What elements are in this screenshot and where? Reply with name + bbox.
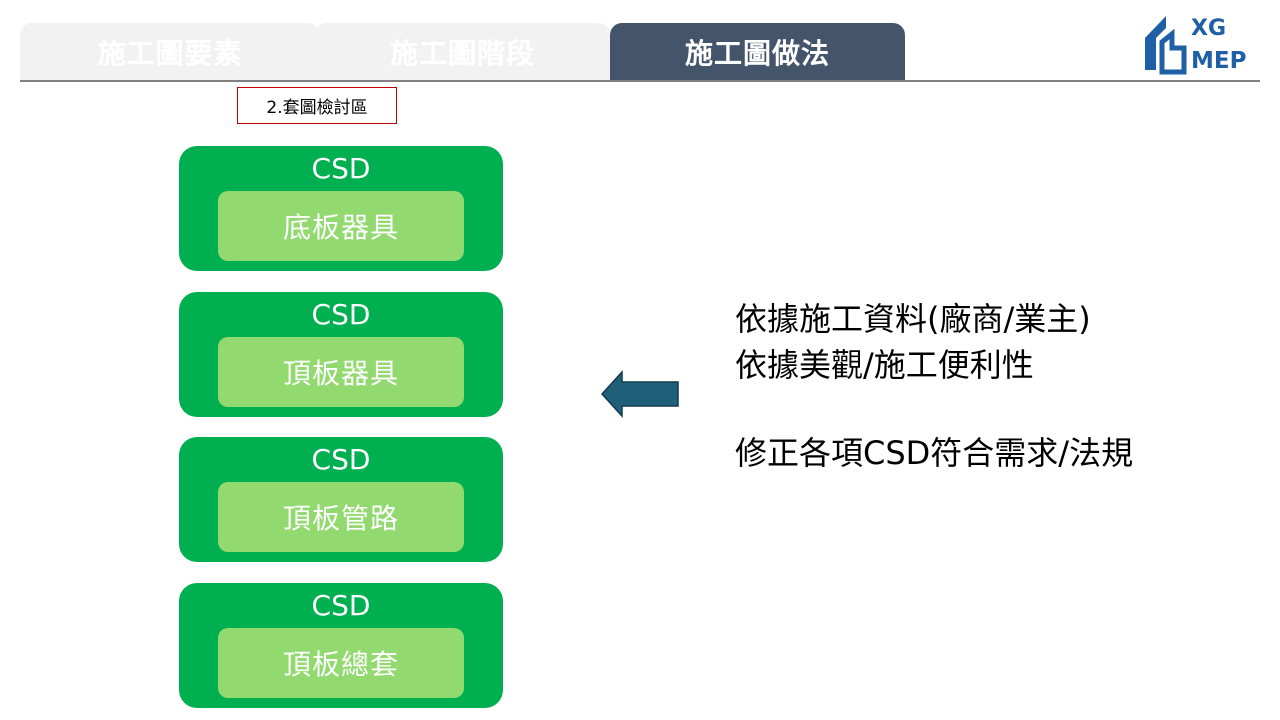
csd-card-ceiling-fixtures: CSD 頂板器具 [179,292,503,417]
card-subtitle: 頂板總套 [218,628,464,698]
card-subtitle: 底板器具 [218,191,464,261]
csd-card-ceiling-piping: CSD 頂板管路 [179,437,503,562]
slide: 施工圖要素 施工圖階段 施工圖做法 XG MEP 2.套圖檢討區 CSD 底板器… [0,0,1280,720]
card-title: CSD [311,443,371,476]
tab-construction-methods[interactable]: 施工圖做法 [610,23,905,81]
tab-label: 施工圖做法 [684,37,830,70]
note-line: 修正各項CSD符合需求/法規 [735,434,1134,472]
card-title: CSD [311,152,371,185]
card-title: CSD [311,589,371,622]
tab-label: 施工圖階段 [389,37,535,70]
left-arrow-icon [600,370,679,418]
note-line: 依據美觀/施工便利性 [735,346,1034,384]
section-label: 2.套圖檢討區 [237,87,397,124]
csd-card-floor-fixtures: CSD 底板器具 [179,146,503,271]
card-subtitle: 頂板管路 [218,482,464,552]
notes-block: 依據施工資料(廠商/業主) 依據美觀/施工便利性 修正各項CSD符合需求/法規 [735,296,1255,476]
card-title: CSD [311,298,371,331]
tab-construction-elements[interactable]: 施工圖要素 [20,23,320,81]
company-logo: XG MEP [1142,14,1252,76]
building-logo-icon [1145,16,1187,75]
tab-label: 施工圖要素 [97,37,243,70]
tab-construction-stages[interactable]: 施工圖階段 [315,23,610,81]
note-line: 依據施工資料(廠商/業主) [735,300,1091,338]
card-subtitle: 頂板器具 [218,337,464,407]
logo-text-bottom: MEP [1191,48,1247,74]
header-divider [20,80,1260,82]
csd-card-ceiling-overall: CSD 頂板總套 [179,583,503,708]
note-spacer [735,388,1255,430]
logo-text-top: XG [1191,16,1227,41]
